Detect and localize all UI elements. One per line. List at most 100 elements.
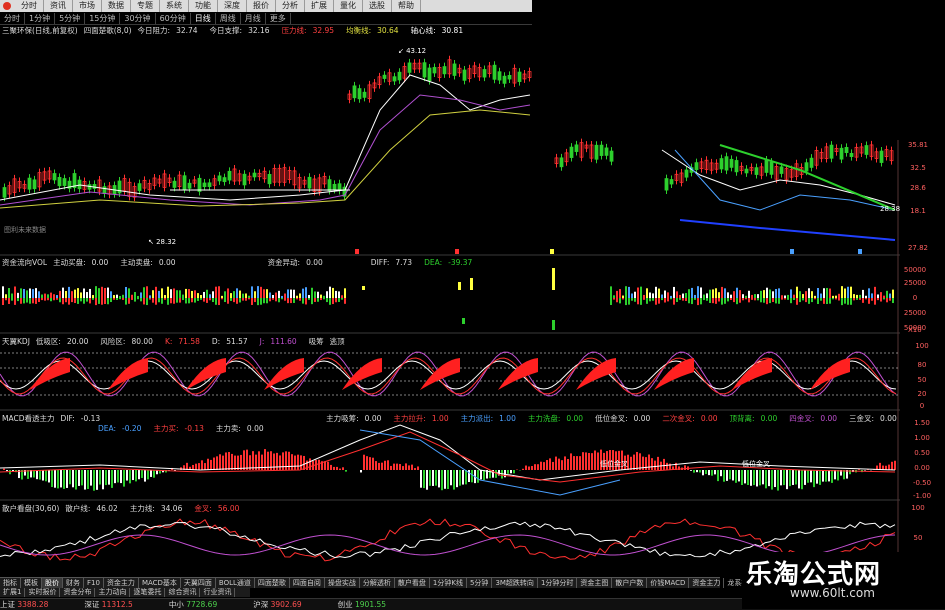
volume-bar bbox=[320, 298, 322, 300]
indicator-tab[interactable]: 5分钟 bbox=[467, 578, 492, 588]
index-chinext[interactable]: 创业 1901.55 bbox=[338, 599, 386, 610]
indicator-tab[interactable]: 价钱MACD bbox=[647, 578, 689, 588]
info-tab[interactable]: 综合资讯 bbox=[165, 588, 200, 597]
macd-histogram-bar bbox=[369, 457, 371, 470]
macd-histogram-bar bbox=[381, 463, 383, 470]
indicator-tab[interactable]: 四面楚歌 bbox=[255, 578, 290, 588]
indicator-tab[interactable]: 天翼四面 bbox=[181, 578, 216, 588]
volume-bar bbox=[823, 298, 825, 304]
ma-line-white-2 bbox=[662, 150, 895, 205]
volume-bar bbox=[820, 298, 822, 301]
volume-unit: X10 bbox=[908, 326, 922, 334]
volume-bar bbox=[673, 287, 675, 298]
stock-chart-canvas[interactable]: ↙ 43.12↖ 28.32图利未来数据35.8132.528.618.127.… bbox=[0, 0, 945, 577]
index-hs300[interactable]: 沪深 3902.69 bbox=[253, 599, 301, 610]
indicator-tab[interactable]: 财务 bbox=[63, 578, 84, 588]
volume-bar bbox=[236, 298, 238, 304]
macd-histogram-bar bbox=[576, 456, 578, 470]
info-tab[interactable]: 逐笔委托 bbox=[130, 588, 165, 597]
indicator-tab[interactable]: BOLL通道 bbox=[216, 578, 255, 588]
macd-histogram-bar bbox=[858, 469, 860, 470]
volume-bar bbox=[131, 295, 133, 298]
macd-histogram-bar bbox=[147, 470, 149, 479]
macd-histogram-bar bbox=[372, 458, 374, 470]
index-shanghai[interactable]: 上证 3388.28 bbox=[0, 599, 48, 610]
volume-bar bbox=[200, 298, 202, 300]
indicator-tab[interactable]: 3M超跌转向 bbox=[492, 578, 538, 588]
indicator-tab[interactable]: F10 bbox=[84, 578, 104, 588]
volume-bar bbox=[742, 294, 744, 298]
info-tab[interactable]: 主力动向 bbox=[95, 588, 130, 597]
macd-histogram-bar bbox=[795, 470, 797, 484]
indicator-tab[interactable]: 四面自阅 bbox=[290, 578, 325, 588]
volume-bar bbox=[685, 293, 687, 298]
candle-body bbox=[595, 145, 598, 159]
volume-bar bbox=[730, 298, 732, 300]
indicator-tab[interactable]: MACD基本 bbox=[139, 578, 181, 588]
candle-body bbox=[725, 157, 728, 170]
volume-bar bbox=[730, 295, 732, 298]
volume-bar bbox=[820, 294, 822, 298]
volume-bar bbox=[314, 298, 316, 302]
indicator-tab[interactable]: 分解透析 bbox=[360, 578, 395, 588]
info-tab[interactable]: 行业资讯 bbox=[200, 588, 235, 597]
volume-bar bbox=[694, 295, 696, 298]
macd-histogram-bar bbox=[528, 467, 530, 470]
macd-histogram-bar bbox=[63, 470, 65, 489]
candle-body bbox=[575, 145, 578, 152]
info-tab[interactable]: 资金分布 bbox=[60, 588, 95, 597]
indicator-tab[interactable]: 股价 bbox=[42, 578, 63, 588]
indicator-tab[interactable]: 模板 bbox=[21, 578, 42, 588]
volume-bar bbox=[640, 298, 642, 305]
indicator-tab[interactable]: 散户户数 bbox=[612, 578, 647, 588]
volume-bar bbox=[23, 298, 25, 303]
indicator-tab[interactable]: 1分钟分时 bbox=[538, 578, 577, 588]
volume-bar bbox=[841, 298, 843, 305]
volume-bar bbox=[110, 298, 112, 302]
volume-bar bbox=[203, 292, 205, 298]
macd-histogram-bar bbox=[726, 470, 728, 481]
macd-histogram-bar bbox=[117, 470, 119, 482]
indicator-tab[interactable]: 资金主图 bbox=[577, 578, 612, 588]
volume-bar bbox=[173, 298, 175, 304]
macd-histogram-bar bbox=[798, 470, 800, 488]
volume-bar bbox=[62, 288, 64, 298]
indicator-tab[interactable]: 操盘实战 bbox=[325, 578, 360, 588]
volume-bar bbox=[311, 298, 313, 304]
macd-histogram-bar bbox=[219, 454, 221, 470]
index-shenzhen[interactable]: 深证 11312.5 bbox=[84, 599, 132, 610]
info-tab[interactable]: 实时报价 bbox=[25, 588, 60, 597]
volume-bar bbox=[221, 298, 223, 299]
volume-bar bbox=[748, 298, 750, 302]
volume-bar bbox=[320, 295, 322, 298]
signal-marker bbox=[858, 249, 862, 254]
volume-bar bbox=[131, 298, 133, 300]
index-sme[interactable]: 中小 7728.69 bbox=[169, 599, 217, 610]
indicator-tab[interactable]: 资金主力 bbox=[104, 578, 139, 588]
macd-histogram-bar bbox=[888, 465, 890, 470]
volume-bar bbox=[323, 298, 325, 299]
volume-axis-label: 25000 bbox=[904, 309, 926, 317]
volume-bar bbox=[808, 298, 810, 304]
indicator-tab[interactable]: 散户看盘 bbox=[395, 578, 430, 588]
indicator-tab[interactable]: 资金主力 bbox=[689, 578, 724, 588]
signal-marker bbox=[355, 249, 359, 254]
volume-bar bbox=[200, 295, 202, 298]
info-tab[interactable]: 扩展1 bbox=[0, 588, 25, 597]
volume-bar bbox=[335, 298, 337, 302]
indicator-tab[interactable]: 1分钟K线 bbox=[430, 578, 467, 588]
volume-bar bbox=[631, 298, 633, 301]
macd-histogram-bar bbox=[60, 470, 62, 487]
volume-bar bbox=[724, 288, 726, 298]
volume-bar bbox=[227, 288, 229, 298]
macd-histogram-bar bbox=[552, 462, 554, 470]
volume-bar bbox=[248, 296, 250, 298]
volume-bar bbox=[799, 291, 801, 298]
candle-body bbox=[183, 176, 186, 189]
volume-bar bbox=[59, 298, 61, 302]
volume-bar bbox=[35, 298, 37, 304]
indicator-tab[interactable]: 指标 bbox=[0, 578, 21, 588]
volume-bar bbox=[272, 295, 274, 298]
macd-histogram-bar bbox=[345, 470, 347, 472]
macd-histogram-bar bbox=[201, 460, 203, 470]
